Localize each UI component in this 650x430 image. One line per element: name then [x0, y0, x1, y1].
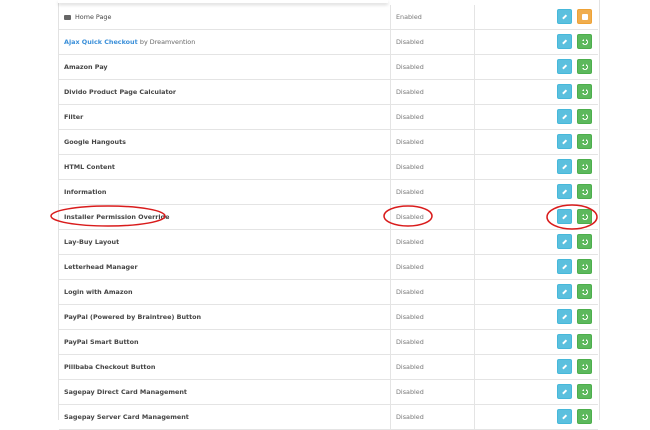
annotation-circle-status — [383, 205, 433, 227]
annotation-circle-actions — [546, 204, 598, 230]
annotation-circle-name — [50, 205, 166, 227]
annotation-layer — [50, 204, 598, 230]
